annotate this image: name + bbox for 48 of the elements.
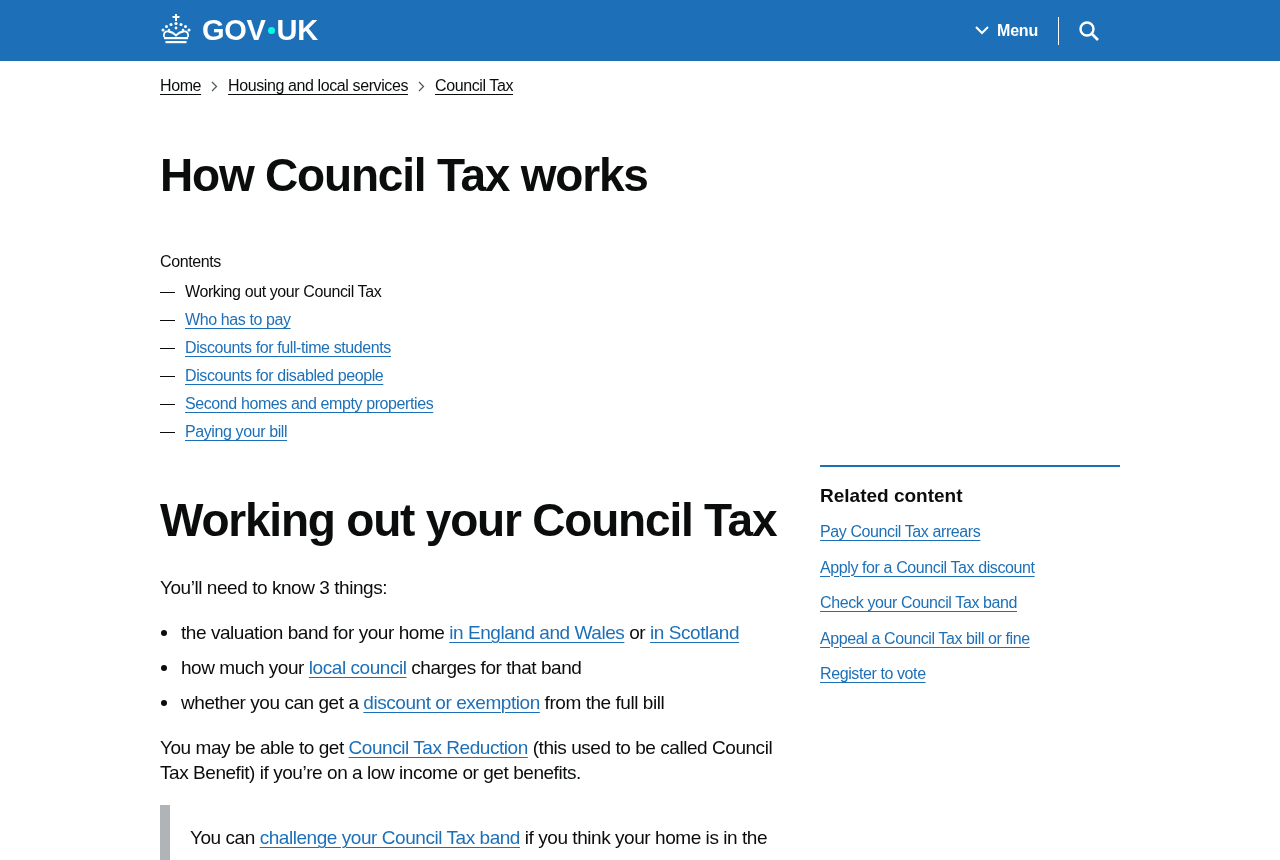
breadcrumb-link[interactable]: Home [160, 76, 202, 96]
dash-icon [160, 291, 175, 293]
contents-link[interactable]: Paying your bill [185, 422, 288, 442]
chevron-right-icon [211, 80, 219, 92]
related-link[interactable]: Apply for a Council Tax discount [820, 558, 1035, 576]
inline-link[interactable]: discount or exemption [363, 692, 540, 713]
contents-link[interactable]: Second homes and empty properties [185, 394, 434, 414]
contents-current-item: Working out your Council Tax [185, 282, 382, 302]
related-link[interactable]: Check your Council Tax band [820, 594, 1018, 611]
bullet-text: whether you can get a discount or exemption from the full bill [181, 691, 665, 715]
dot-icon [267, 27, 275, 34]
dash-icon [160, 431, 175, 433]
bullet-text: how much your local council charges for that band [181, 656, 582, 680]
inset-text: You can challenge your Council Tax band if you think your home is in the [190, 826, 769, 850]
breadcrumb-link[interactable]: Housing and local services [228, 76, 408, 96]
dash-icon [160, 347, 175, 349]
bullet-text: the valuation band for your home in England and Wales or in Scotland [181, 621, 740, 645]
crown-icon [160, 14, 192, 44]
section-heading: Working out your Council Tax [160, 495, 778, 545]
bullet-icon [161, 664, 167, 671]
related-link[interactable]: Register to vote [820, 665, 926, 682]
govuk-logo-link[interactable]: GOV UK [160, 14, 318, 47]
dash-icon [160, 319, 175, 321]
dash-icon [160, 375, 175, 377]
chevron-right-icon [418, 80, 425, 92]
contents-heading: Contents [160, 252, 222, 272]
search-icon [1079, 20, 1099, 41]
contents-link[interactable]: Who has to pay [185, 310, 291, 330]
inline-link[interactable]: local council [308, 657, 407, 678]
contents-link[interactable]: Discounts for full-time students [185, 338, 391, 358]
inline-link[interactable]: in England and Wales [449, 622, 625, 643]
related-link[interactable]: Appeal a Council Tax bill or fine [820, 629, 1030, 647]
chevron-icon [975, 26, 989, 35]
contents-link[interactable]: Discounts for disabled people [185, 366, 384, 386]
related-heading: Related content [820, 484, 964, 508]
intro-text: You’ll need to know 3 things: [160, 576, 389, 600]
menu-button[interactable]: Menu [975, 15, 1038, 46]
inline-link[interactable]: in Scotland [650, 622, 740, 643]
breadcrumb-link[interactable]: Council Tax [435, 76, 514, 96]
body-paragraph: You may be able to get Council Tax Reduction (this used to be called Council Tax Benefit) if you’re on a low income or get benefits. [160, 736, 774, 785]
page-title: How Council Tax works [160, 150, 649, 200]
bullet-icon [161, 629, 167, 636]
related-link[interactable]: Pay Council Tax arrears [820, 523, 981, 540]
bullet-icon [161, 699, 167, 706]
search-button[interactable] [1079, 20, 1099, 41]
inline-link[interactable]: challenge your Council Tax band [259, 827, 520, 848]
inline-link[interactable]: Council Tax Reduction [348, 737, 528, 758]
dash-icon [160, 403, 175, 405]
